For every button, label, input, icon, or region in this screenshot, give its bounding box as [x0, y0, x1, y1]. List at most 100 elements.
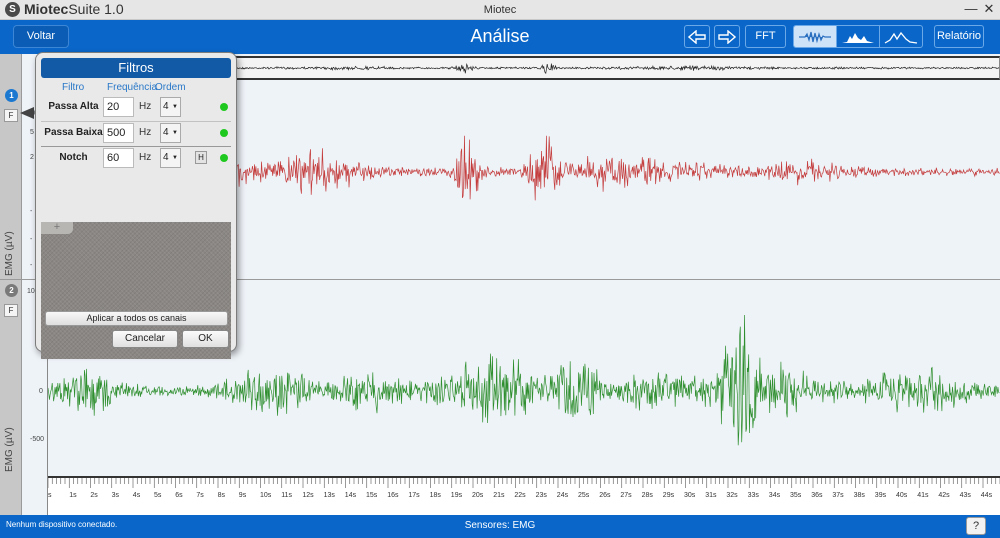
- channel-2-ylabel: EMG (µV): [4, 427, 15, 472]
- apply-all-channels-button[interactable]: Aplicar a todos os canais: [45, 311, 228, 326]
- time-label: 26s: [599, 492, 611, 499]
- filters-dialog: Filtros Filtro Frequência Ordem Passa Al…: [35, 52, 237, 359]
- frequency-input[interactable]: 60: [103, 148, 134, 168]
- time-label: 34s: [768, 492, 781, 499]
- unit-label: Hz: [139, 152, 152, 163]
- unit-label: Hz: [139, 127, 152, 138]
- harmonics-button[interactable]: H: [195, 151, 207, 164]
- overview-waveform: [235, 63, 999, 75]
- view-mode-selector: [793, 25, 923, 48]
- channel-1-badge[interactable]: 1: [5, 89, 18, 102]
- time-label: 32s: [726, 492, 738, 499]
- column-header-order: Ordem: [155, 82, 186, 93]
- time-label: 22s: [514, 492, 526, 499]
- filter-row-notch: Notch 60 Hz 4 ▼ H: [41, 146, 231, 171]
- filter-name: Notch: [59, 152, 88, 163]
- chevron-down-icon: ▼: [172, 104, 178, 110]
- arrow-right-icon: [718, 29, 737, 45]
- order-select[interactable]: 4 ▼: [160, 97, 181, 117]
- time-label: 19s: [450, 492, 463, 499]
- help-button[interactable]: ?: [966, 517, 986, 535]
- time-label: 36s: [811, 492, 823, 499]
- time-label: 2s: [90, 492, 98, 499]
- ch1-tick: -: [30, 262, 33, 269]
- ch2-tick: -500: [30, 436, 45, 443]
- time-label: 16s: [387, 492, 399, 499]
- chevron-down-icon: ▼: [172, 155, 178, 161]
- time-label: 35s: [790, 492, 802, 499]
- order-select[interactable]: 4 ▼: [160, 148, 181, 168]
- time-label: 18s: [429, 492, 441, 499]
- main-header: Voltar Análise FFT Relatório: [0, 20, 1000, 54]
- frequency-input[interactable]: 500: [103, 123, 134, 143]
- time-label: 23s: [535, 492, 547, 499]
- ch1-tick: 5: [30, 129, 34, 136]
- time-label: 10s: [260, 492, 272, 499]
- sensors-status: Sensores: EMG: [464, 520, 536, 531]
- channel-1-ylabel: EMG (µV): [4, 231, 15, 276]
- ok-button[interactable]: OK: [182, 330, 229, 348]
- time-label: 37s: [832, 492, 844, 499]
- filter-row-low-pass: Passa Baixa 500 Hz 4 ▼: [41, 121, 231, 146]
- filter-name: Passa Alta: [48, 101, 99, 112]
- time-label: 24s: [556, 492, 569, 499]
- channel-2-badge[interactable]: 2: [5, 284, 18, 297]
- time-label: 21s: [493, 492, 505, 499]
- time-label: 3s: [111, 492, 119, 499]
- ch1-tick: -: [30, 208, 33, 215]
- column-header-filter: Filtro: [62, 82, 85, 93]
- time-label: 29s: [662, 492, 675, 499]
- frequency-input[interactable]: 20: [103, 97, 134, 117]
- time-label: 7s: [196, 492, 204, 499]
- time-label: 30s: [684, 492, 696, 499]
- time-label: 11s: [281, 492, 292, 499]
- signal-overview[interactable]: [234, 56, 1000, 80]
- time-label: 39s: [874, 492, 887, 499]
- time-label: 33s: [747, 492, 759, 499]
- window-title: Miotec: [483, 4, 517, 16]
- unit-label: Hz: [139, 101, 152, 112]
- time-label: 42s: [938, 492, 950, 499]
- ch2-tick: 10: [27, 288, 35, 295]
- time-label: 15s: [366, 492, 378, 499]
- channel-2-filter-button[interactable]: F: [4, 304, 18, 317]
- channel-1-filter-button[interactable]: F: [4, 109, 18, 122]
- status-led-icon: [220, 103, 228, 111]
- filter-name: Passa Baixa: [44, 127, 103, 138]
- ch2-tick: 0: [39, 388, 43, 395]
- add-filter-button[interactable]: +: [41, 222, 73, 234]
- time-axis[interactable]: s 1s 2s 3s 4s 5s 6s 7s 8s 9s 10s 11s 12s 13s 14s 15s 16s…: [48, 476, 1000, 515]
- fft-button[interactable]: FFT: [745, 25, 786, 48]
- status-led-icon: [220, 129, 228, 137]
- report-button[interactable]: Relatório: [934, 25, 984, 48]
- signal-trace: [235, 63, 999, 75]
- envelope-icon: [842, 32, 874, 43]
- time-label: 43s: [959, 492, 971, 499]
- time-label: 20s: [472, 492, 484, 499]
- time-label: 8s: [217, 492, 225, 499]
- time-label: 25s: [578, 492, 590, 499]
- time-label: 28s: [641, 492, 653, 499]
- time-label: 40s: [896, 492, 908, 499]
- prev-button[interactable]: [684, 25, 710, 48]
- order-select[interactable]: 4 ▼: [160, 123, 181, 143]
- arrow-left-icon: [687, 29, 706, 45]
- time-label: 17s: [408, 492, 420, 499]
- time-label: 38s: [853, 492, 865, 499]
- time-label: 27s: [620, 492, 632, 499]
- time-label: 1s: [69, 492, 77, 499]
- time-label: 12s: [302, 492, 314, 499]
- time-label: 44s: [980, 492, 993, 499]
- minimize-button[interactable]: —: [964, 1, 978, 16]
- view-mode-signal[interactable]: [794, 26, 837, 47]
- time-label: 41s: [917, 492, 929, 499]
- time-label: s: [48, 492, 52, 499]
- time-label: 5s: [154, 492, 162, 499]
- view-mode-envelope[interactable]: [837, 26, 880, 47]
- cancel-button[interactable]: Cancelar: [112, 330, 178, 348]
- dialog-title: Filtros: [41, 58, 231, 78]
- close-button[interactable]: ✕: [982, 1, 996, 17]
- next-button[interactable]: [714, 25, 740, 48]
- time-label: 4s: [132, 492, 141, 499]
- view-mode-spectrum[interactable]: [880, 26, 922, 47]
